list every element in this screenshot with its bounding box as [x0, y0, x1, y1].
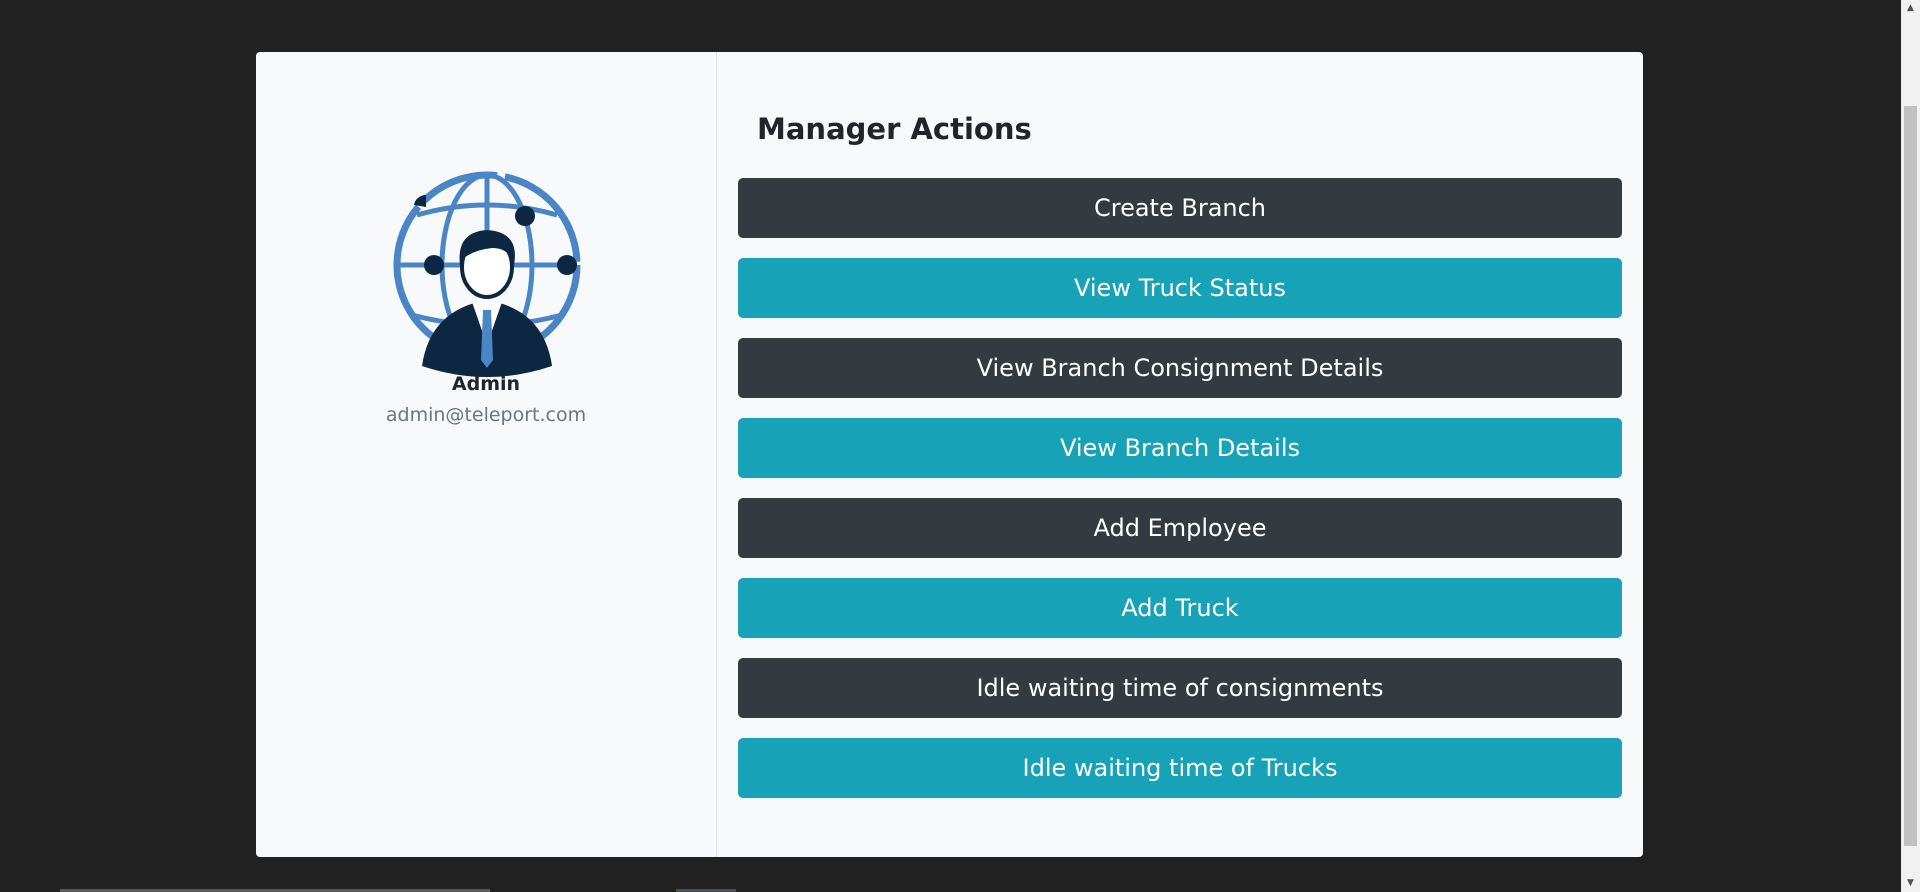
vertical-scrollbar[interactable]: ▲ ▼ [1901, 0, 1920, 892]
profile-email: admin@teleport.com [385, 404, 587, 426]
manager-actions-title: Manager Actions [757, 112, 1032, 146]
idle-waiting-time-trucks-button[interactable]: Idle waiting time of Trucks [738, 738, 1622, 798]
create-branch-button[interactable]: Create Branch [738, 178, 1622, 238]
view-branch-details-button[interactable]: View Branch Details [738, 418, 1622, 478]
add-truck-button[interactable]: Add Truck [738, 578, 1622, 638]
add-employee-button[interactable]: Add Employee [738, 498, 1622, 558]
dashboard-card: Admin admin@teleport.com Manager Actions… [256, 52, 1643, 857]
scrollbar-thumb[interactable] [1904, 106, 1917, 846]
profile-panel: Admin admin@teleport.com [256, 52, 717, 857]
view-branch-consignment-details-button[interactable]: View Branch Consignment Details [738, 338, 1622, 398]
profile-name: Admin [451, 373, 521, 395]
view-truck-status-button[interactable]: View Truck Status [738, 258, 1622, 318]
idle-waiting-time-consignments-button[interactable]: Idle waiting time of consignments [738, 658, 1622, 718]
manager-globe-avatar-icon [393, 171, 581, 377]
action-button-list: Create Branch View Truck Status View Bra… [738, 178, 1622, 818]
manager-actions-panel: Manager Actions Create Branch View Truck… [717, 52, 1643, 857]
page: Admin admin@teleport.com Manager Actions… [0, 0, 1920, 892]
scroll-up-arrow-icon[interactable]: ▲ [1901, 0, 1920, 17]
scroll-down-arrow-icon[interactable]: ▼ [1901, 875, 1920, 892]
